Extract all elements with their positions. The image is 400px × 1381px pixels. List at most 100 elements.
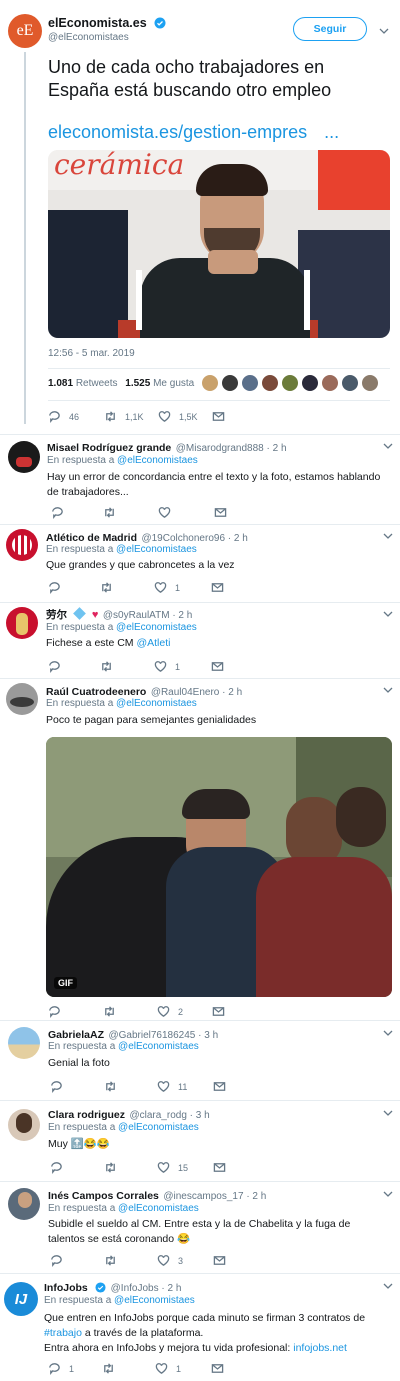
reply-tweet[interactable]: Raúl Cuatrodeenero @Raul04Enero · 2 h En… bbox=[0, 678, 400, 1020]
like-button[interactable]: 15 bbox=[157, 1161, 188, 1174]
chevron-down-icon[interactable] bbox=[383, 1189, 393, 1199]
liker-avatar[interactable] bbox=[262, 375, 278, 391]
author-meta[interactable]: @clara_rodg · 3 h bbox=[129, 1110, 209, 1121]
chevron-down-icon[interactable] bbox=[383, 685, 393, 695]
tweet-link[interactable]: eleconomista.es/gestion-empres bbox=[48, 122, 307, 142]
author-name[interactable]: elEconomista.es bbox=[48, 16, 147, 30]
author-name[interactable]: InfoJobs bbox=[44, 1282, 88, 1294]
reply-tweet[interactable]: Clara rodriguez @clara_rodg · 3 h En res… bbox=[0, 1100, 400, 1181]
author-meta[interactable]: @19Colchonero96 · 2 h bbox=[141, 533, 247, 544]
reply-button[interactable]: 46 bbox=[48, 410, 79, 423]
retweet-button[interactable] bbox=[104, 1254, 125, 1267]
avatar[interactable] bbox=[8, 1109, 40, 1141]
retweet-button[interactable] bbox=[104, 1161, 125, 1174]
reply-tweet[interactable]: IJ InfoJobs @InfoJobs · 2 h En respuesta… bbox=[0, 1273, 400, 1381]
dm-button[interactable] bbox=[211, 581, 224, 594]
reply-to-link[interactable]: @elEconomistaes bbox=[116, 544, 197, 555]
tweet-image[interactable]: cerámica bbox=[48, 150, 390, 338]
chevron-down-icon[interactable] bbox=[383, 531, 393, 541]
hashtag-link[interactable]: #trabajo bbox=[44, 1327, 82, 1339]
author-meta[interactable]: @Misarodgrand888 · 2 h bbox=[176, 443, 287, 454]
reply-tweet[interactable]: Inés Campos Corrales @inescampos_17 · 2 … bbox=[0, 1181, 400, 1273]
likes-count[interactable]: 1.525 bbox=[125, 378, 150, 389]
retweet-button[interactable] bbox=[103, 506, 124, 519]
mention-link[interactable]: @Atleti bbox=[136, 637, 170, 649]
url-link[interactable]: infojobs.net bbox=[293, 1342, 347, 1354]
chevron-down-icon[interactable] bbox=[383, 1028, 393, 1038]
author-name[interactable]: Clara rodriguez bbox=[48, 1109, 125, 1121]
gif-media[interactable]: GIF bbox=[46, 737, 392, 997]
author-meta[interactable]: @InfoJobs · 2 h bbox=[111, 1283, 182, 1294]
author-name[interactable]: GabrielaAZ bbox=[48, 1029, 104, 1041]
dm-button[interactable] bbox=[213, 1080, 226, 1093]
reply-to-link[interactable]: @elEconomistaes bbox=[118, 1203, 199, 1214]
like-button[interactable]: 1,5K bbox=[158, 410, 198, 423]
liker-avatar[interactable] bbox=[242, 375, 258, 391]
retweet-button[interactable] bbox=[102, 1362, 123, 1375]
author-meta[interactable]: @inescampos_17 · 2 h bbox=[163, 1191, 266, 1202]
liker-avatar[interactable] bbox=[342, 375, 358, 391]
retweet-button[interactable]: 1,1K bbox=[104, 410, 144, 423]
retweet-button[interactable] bbox=[104, 1080, 125, 1093]
avatar[interactable]: IJ bbox=[4, 1282, 38, 1316]
reply-button[interactable] bbox=[48, 581, 69, 594]
avatar[interactable] bbox=[6, 683, 38, 715]
chevron-down-icon[interactable] bbox=[383, 441, 393, 451]
reply-button[interactable] bbox=[48, 1005, 69, 1018]
author-meta[interactable]: @Raul04Enero · 2 h bbox=[151, 687, 242, 698]
like-button[interactable]: 1 bbox=[154, 660, 180, 673]
retweet-button[interactable] bbox=[103, 1005, 124, 1018]
retweets-label[interactable]: Retweets bbox=[76, 378, 118, 389]
avatar[interactable] bbox=[8, 441, 40, 473]
author-name[interactable]: Atlético de Madrid bbox=[46, 532, 137, 544]
chevron-down-icon[interactable] bbox=[383, 609, 393, 619]
timestamp[interactable]: 12:56 - 5 mar. 2019 bbox=[48, 348, 135, 359]
author-name[interactable]: Raúl Cuatrodeenero bbox=[46, 686, 146, 698]
reply-to-link[interactable]: @elEconomistaes bbox=[116, 622, 197, 633]
liker-avatar[interactable] bbox=[362, 375, 378, 391]
author-avatar[interactable]: eE bbox=[8, 14, 42, 48]
reply-button[interactable] bbox=[48, 660, 69, 673]
author-name[interactable]: Inés Campos Corrales bbox=[48, 1190, 159, 1202]
author-name[interactable]: Misael Rodríguez grande bbox=[47, 442, 171, 454]
likers-avatars[interactable] bbox=[202, 375, 382, 393]
author-handle[interactable]: @elEconomistaes bbox=[48, 32, 129, 43]
retweets-count[interactable]: 1.081 bbox=[48, 378, 73, 389]
avatar[interactable] bbox=[6, 607, 38, 639]
avatar[interactable] bbox=[6, 529, 38, 561]
chevron-down-icon[interactable] bbox=[379, 26, 389, 36]
follow-button[interactable]: Seguir bbox=[293, 17, 367, 41]
dm-button[interactable] bbox=[212, 1005, 225, 1018]
author-meta[interactable]: @Gabriel76186245 · 3 h bbox=[108, 1030, 218, 1041]
author-meta[interactable]: @s0yRaulATM · 2 h bbox=[103, 610, 192, 621]
liker-avatar[interactable] bbox=[322, 375, 338, 391]
reply-to-link[interactable]: @elEconomistaes bbox=[118, 1041, 199, 1052]
reply-button[interactable] bbox=[50, 1254, 71, 1267]
dm-button[interactable] bbox=[214, 506, 227, 519]
like-button[interactable]: 3 bbox=[157, 1254, 183, 1267]
likes-label[interactable]: Me gusta bbox=[153, 378, 194, 389]
reply-tweet[interactable]: Misael Rodríguez grande @Misarodgrand888… bbox=[0, 434, 400, 524]
like-button[interactable]: 1 bbox=[154, 581, 180, 594]
like-button[interactable]: 2 bbox=[157, 1005, 183, 1018]
dm-button[interactable] bbox=[213, 1161, 226, 1174]
liker-avatar[interactable] bbox=[302, 375, 318, 391]
reply-to-link[interactable]: @elEconomistaes bbox=[116, 698, 197, 709]
author-name[interactable]: 劳尔 bbox=[46, 609, 67, 621]
dm-button[interactable] bbox=[213, 1254, 226, 1267]
retweet-button[interactable] bbox=[100, 660, 121, 673]
reply-tweet[interactable]: GabrielaAZ @Gabriel76186245 · 3 h En res… bbox=[0, 1020, 400, 1100]
dm-button[interactable] bbox=[211, 1362, 224, 1375]
reply-tweet[interactable]: 劳尔 ♥ @s0yRaulATM · 2 h En respuesta a @e… bbox=[0, 602, 400, 678]
reply-to-link[interactable]: @elEconomistaes bbox=[117, 455, 198, 466]
like-button[interactable]: 1 bbox=[155, 1362, 181, 1375]
liker-avatar[interactable] bbox=[222, 375, 238, 391]
reply-to-link[interactable]: @elEconomistaes bbox=[118, 1122, 199, 1133]
retweet-button[interactable] bbox=[100, 581, 121, 594]
reply-button[interactable]: 1 bbox=[48, 1362, 74, 1375]
chevron-down-icon[interactable] bbox=[383, 1108, 393, 1118]
reply-button[interactable] bbox=[51, 506, 72, 519]
reply-to-link[interactable]: @elEconomistaes bbox=[114, 1295, 195, 1306]
avatar[interactable] bbox=[8, 1188, 40, 1220]
chevron-down-icon[interactable] bbox=[383, 1281, 393, 1291]
